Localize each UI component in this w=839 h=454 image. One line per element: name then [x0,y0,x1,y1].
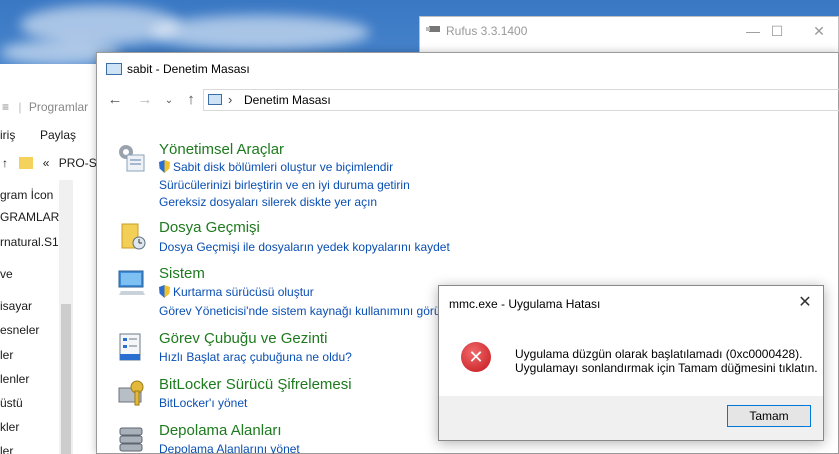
category-title[interactable]: Dosya Geçmişi [159,219,260,236]
category-link[interactable]: Görev Yöneticisi'nde sistem kaynağı kull… [159,304,441,318]
error-message-line2: Uygulamayı sonlandırmak için Tamam düğme… [515,361,818,375]
file-history-folder-icon [121,223,146,250]
cloud [150,15,370,50]
close-button[interactable]: ✕ [804,21,834,41]
explorer-address[interactable]: ↑ « PRO-S [2,156,97,170]
rufus-window[interactable]: Rufus 3.3.1400 — ☐ ✕ [419,16,839,56]
folder-icon [19,157,34,169]
path-prefix: « [42,156,50,170]
navigation-bar: ← → ⌄ ↑ › Denetim Masası [97,89,839,113]
taskbar-icon [119,333,141,361]
chevron-right-icon[interactable]: › [228,92,232,107]
maximize-button[interactable]: ☐ [762,21,792,41]
nav-item[interactable]: rnatural.S14 [0,235,65,249]
tools-gear-icon [119,145,145,172]
nav-item[interactable]: isayar [0,299,32,313]
control-panel-icon [208,94,222,105]
category-link[interactable]: Sürücülerinizi birleştirin ve en iyi dur… [159,178,410,192]
file-explorer-window[interactable]: ≡ | Programlar iriş Paylaş ↑ « PRO-S gra… [0,64,100,454]
nav-item[interactable]: lenler [0,372,29,386]
nav-item[interactable]: ler [0,348,13,362]
cloud [20,5,180,45]
nav-item[interactable]: gram İcon [0,188,53,202]
nav-item[interactable]: üstü [0,396,23,410]
window-title: sabit - Denetim Masası [127,62,250,76]
dialog-title: mmc.exe - Uygulama Hatası [449,297,601,311]
chevron-down-icon[interactable]: ⌄ [159,95,179,106]
usb-drive-icon [426,26,440,32]
nav-item[interactable]: esneler [0,323,39,337]
category-title[interactable]: BitLocker Sürücü Şifrelemesi [159,376,352,393]
nav-item[interactable]: ler [0,444,13,454]
dialog-footer: Tamam [439,396,823,440]
control-panel-icon [106,63,122,75]
error-message-line1: Uygulama düzgün olarak başlatılamadı (0x… [515,347,803,361]
close-icon[interactable]: ✕ [795,292,815,312]
nav-item[interactable]: ve [0,267,13,281]
ribbon-tab-home[interactable]: iriş [0,128,15,142]
category-title[interactable]: Depolama Alanları [159,422,282,439]
rufus-title: Rufus 3.3.1400 [446,24,528,38]
nav-item[interactable]: kler [0,420,19,434]
category-link[interactable]: Hızlı Başlat araç çubuğuna ne oldu? [159,350,352,364]
category-title[interactable]: Yönetimsel Araçlar [159,141,284,158]
category-link[interactable]: Dosya Geçmişi ile dosyaların yedek kopya… [159,240,450,254]
chevron-icon: ≡ [2,100,10,114]
control-panel-titlebar[interactable]: sabit - Denetim Masası [97,53,838,85]
path-text: PRO-S [58,156,97,170]
explorer-ribbon-row: ≡ | Programlar [2,100,89,114]
scrollbar-thumb[interactable] [61,304,71,454]
category-link[interactable]: Depolama Alanlarını yönet [159,442,300,454]
category-link[interactable]: BitLocker'ı yönet [159,396,247,410]
nav-item[interactable]: GRAMLAR [0,210,59,224]
breadcrumb[interactable]: Denetim Masası [244,93,331,107]
forward-arrow-icon[interactable]: → [135,91,155,108]
ribbon-tab-share[interactable]: Paylaş [40,128,76,142]
uac-shield-icon [159,160,170,173]
uac-shield-icon [159,285,170,298]
computer-monitor-icon [118,270,145,295]
category-link[interactable]: Sabit disk bölümleri oluştur ve biçimlen… [159,160,393,174]
address-bar[interactable]: › Denetim Masası [203,89,839,111]
category-link[interactable]: Kurtarma sürücüsü oluştur [159,285,314,299]
ok-button[interactable]: Tamam [727,405,811,427]
explorer-title-tail: Programlar [28,100,89,114]
up-arrow-icon[interactable]: ↑ [2,156,8,170]
category-title[interactable]: Sistem [159,265,205,282]
error-dialog[interactable]: mmc.exe - Uygulama Hatası ✕ ✕ Uygulama d… [438,285,824,441]
category-link[interactable]: Gereksiz dosyaları silerek diskte yer aç… [159,195,377,209]
error-icon: ✕ [461,342,491,372]
bitlocker-key-icon [118,380,144,406]
category-title[interactable]: Görev Çubuğu ve Gezinti [159,330,327,347]
up-arrow-icon[interactable]: ↑ [181,91,201,108]
storage-drives-icon [119,427,143,452]
back-arrow-icon[interactable]: ← [105,91,125,108]
